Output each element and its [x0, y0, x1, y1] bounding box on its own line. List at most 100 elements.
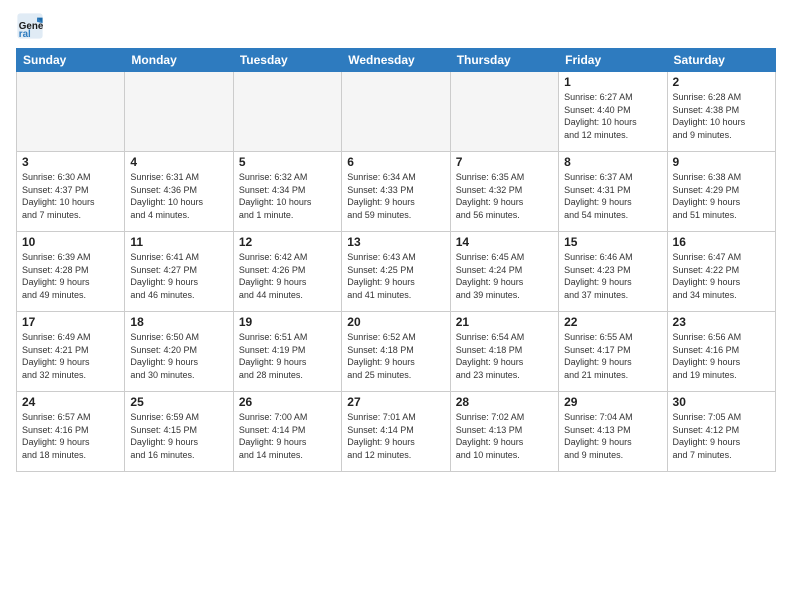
day-number: 27: [347, 395, 444, 409]
day-cell: 30Sunrise: 7:05 AM Sunset: 4:12 PM Dayli…: [667, 392, 775, 472]
day-info: Sunrise: 6:51 AM Sunset: 4:19 PM Dayligh…: [239, 331, 336, 381]
day-cell: 8Sunrise: 6:37 AM Sunset: 4:31 PM Daylig…: [559, 152, 667, 232]
day-number: 12: [239, 235, 336, 249]
day-number: 2: [673, 75, 770, 89]
day-number: 13: [347, 235, 444, 249]
day-info: Sunrise: 6:49 AM Sunset: 4:21 PM Dayligh…: [22, 331, 119, 381]
day-info: Sunrise: 6:39 AM Sunset: 4:28 PM Dayligh…: [22, 251, 119, 301]
day-cell: 13 Sunrise: 6:43 AM Sunset: 4:25 PM Dayli…: [342, 232, 450, 312]
day-cell: [17, 72, 125, 152]
col-header-tuesday: Tuesday: [233, 49, 341, 72]
day-info: Sunrise: 7:04 AM Sunset: 4:13 PM Dayligh…: [564, 411, 661, 461]
col-header-wednesday: Wednesday: [342, 49, 450, 72]
col-header-monday: Monday: [125, 49, 233, 72]
day-number: 4: [130, 155, 227, 169]
day-cell: 15 Sunrise: 6:46 AM Sunset: 4:23 PM Dayli…: [559, 232, 667, 312]
logo-icon: Gene ral: [16, 12, 44, 40]
day-cell: 28Sunrise: 7:02 AM Sunset: 4:13 PM Dayli…: [450, 392, 558, 472]
day-number: 6: [347, 155, 444, 169]
day-info: Sunrise: 6:34 AM Sunset: 4:33 PM Dayligh…: [347, 171, 444, 221]
week-row-5: 24 Sunrise: 6:57 AM Sunset: 4:16 PM Dayli…: [17, 392, 776, 472]
calendar-header-row: SundayMondayTuesdayWednesdayThursdayFrid…: [17, 49, 776, 72]
day-cell: 9Sunrise: 6:38 AM Sunset: 4:29 PM Daylig…: [667, 152, 775, 232]
col-header-saturday: Saturday: [667, 49, 775, 72]
day-number: 3: [22, 155, 119, 169]
day-cell: 3 Sunrise: 6:30 AM Sunset: 4:37 PM Daylig…: [17, 152, 125, 232]
day-cell: 26 Sunrise: 7:00 AM Sunset: 4:14 PM Dayli…: [233, 392, 341, 472]
day-number: 26: [239, 395, 336, 409]
day-info: Sunrise: 6:50 AM Sunset: 4:20 PM Dayligh…: [130, 331, 227, 381]
col-header-friday: Friday: [559, 49, 667, 72]
day-number: 17: [22, 315, 119, 329]
day-cell: [125, 72, 233, 152]
day-number: 18: [130, 315, 227, 329]
day-cell: 19 Sunrise: 6:51 AM Sunset: 4:19 PM Dayli…: [233, 312, 341, 392]
day-cell: [450, 72, 558, 152]
day-info: Sunrise: 6:45 AM Sunset: 4:24 PM Dayligh…: [456, 251, 553, 301]
day-cell: 12 Sunrise: 6:42 AM Sunset: 4:26 PM Dayli…: [233, 232, 341, 312]
day-cell: 24 Sunrise: 6:57 AM Sunset: 4:16 PM Dayli…: [17, 392, 125, 472]
day-info: Sunrise: 6:55 AM Sunset: 4:17 PM Dayligh…: [564, 331, 661, 381]
week-row-4: 17 Sunrise: 6:49 AM Sunset: 4:21 PM Dayli…: [17, 312, 776, 392]
day-cell: 6 Sunrise: 6:34 AM Sunset: 4:33 PM Daylig…: [342, 152, 450, 232]
day-number: 15: [564, 235, 661, 249]
day-number: 30: [673, 395, 770, 409]
day-info: Sunrise: 6:59 AM Sunset: 4:15 PM Dayligh…: [130, 411, 227, 461]
day-cell: 7 Sunrise: 6:35 AM Sunset: 4:32 PM Daylig…: [450, 152, 558, 232]
day-number: 22: [564, 315, 661, 329]
day-number: 29: [564, 395, 661, 409]
day-number: 24: [22, 395, 119, 409]
day-info: Sunrise: 6:52 AM Sunset: 4:18 PM Dayligh…: [347, 331, 444, 381]
day-number: 7: [456, 155, 553, 169]
day-cell: [233, 72, 341, 152]
day-cell: [342, 72, 450, 152]
day-cell: 18 Sunrise: 6:50 AM Sunset: 4:20 PM Dayli…: [125, 312, 233, 392]
day-cell: 21 Sunrise: 6:54 AM Sunset: 4:18 PM Dayli…: [450, 312, 558, 392]
day-info: Sunrise: 6:27 AM Sunset: 4:40 PM Dayligh…: [564, 91, 661, 141]
day-info: Sunrise: 6:54 AM Sunset: 4:18 PM Dayligh…: [456, 331, 553, 381]
logo: Gene ral: [16, 12, 48, 40]
day-info: Sunrise: 6:32 AM Sunset: 4:34 PM Dayligh…: [239, 171, 336, 221]
day-number: 19: [239, 315, 336, 329]
day-number: 11: [130, 235, 227, 249]
day-number: 23: [673, 315, 770, 329]
day-number: 16: [673, 235, 770, 249]
day-info: Sunrise: 6:46 AM Sunset: 4:23 PM Dayligh…: [564, 251, 661, 301]
day-cell: 10 Sunrise: 6:39 AM Sunset: 4:28 PM Dayli…: [17, 232, 125, 312]
day-info: Sunrise: 6:28 AM Sunset: 4:38 PM Dayligh…: [673, 91, 770, 141]
svg-text:ral: ral: [19, 29, 31, 40]
day-number: 21: [456, 315, 553, 329]
day-info: Sunrise: 6:42 AM Sunset: 4:26 PM Dayligh…: [239, 251, 336, 301]
day-number: 10: [22, 235, 119, 249]
day-cell: 29 Sunrise: 7:04 AM Sunset: 4:13 PM Dayli…: [559, 392, 667, 472]
day-cell: 11Sunrise: 6:41 AM Sunset: 4:27 PM Dayli…: [125, 232, 233, 312]
day-number: 1: [564, 75, 661, 89]
day-cell: 20 Sunrise: 6:52 AM Sunset: 4:18 PM Dayli…: [342, 312, 450, 392]
col-header-sunday: Sunday: [17, 49, 125, 72]
day-number: 20: [347, 315, 444, 329]
day-info: Sunrise: 6:57 AM Sunset: 4:16 PM Dayligh…: [22, 411, 119, 461]
day-number: 25: [130, 395, 227, 409]
calendar: SundayMondayTuesdayWednesdayThursdayFrid…: [16, 48, 776, 472]
day-number: 8: [564, 155, 661, 169]
day-cell: 2 Sunrise: 6:28 AM Sunset: 4:38 PM Daylig…: [667, 72, 775, 152]
day-info: Sunrise: 6:38 AM Sunset: 4:29 PM Dayligh…: [673, 171, 770, 221]
week-row-1: 1 Sunrise: 6:27 AM Sunset: 4:40 PM Daylig…: [17, 72, 776, 152]
day-info: Sunrise: 6:30 AM Sunset: 4:37 PM Dayligh…: [22, 171, 119, 221]
week-row-2: 3 Sunrise: 6:30 AM Sunset: 4:37 PM Daylig…: [17, 152, 776, 232]
day-cell: 14 Sunrise: 6:45 AM Sunset: 4:24 PM Dayli…: [450, 232, 558, 312]
day-cell: 4Sunrise: 6:31 AM Sunset: 4:36 PM Daylig…: [125, 152, 233, 232]
day-cell: 25 Sunrise: 6:59 AM Sunset: 4:15 PM Dayli…: [125, 392, 233, 472]
day-number: 5: [239, 155, 336, 169]
day-number: 14: [456, 235, 553, 249]
day-info: Sunrise: 6:56 AM Sunset: 4:16 PM Dayligh…: [673, 331, 770, 381]
day-number: 28: [456, 395, 553, 409]
day-cell: 16Sunrise: 6:47 AM Sunset: 4:22 PM Dayli…: [667, 232, 775, 312]
day-cell: 1 Sunrise: 6:27 AM Sunset: 4:40 PM Daylig…: [559, 72, 667, 152]
day-info: Sunrise: 7:01 AM Sunset: 4:14 PM Dayligh…: [347, 411, 444, 461]
day-info: Sunrise: 6:43 AM Sunset: 4:25 PM Dayligh…: [347, 251, 444, 301]
day-cell: 17 Sunrise: 6:49 AM Sunset: 4:21 PM Dayli…: [17, 312, 125, 392]
day-info: Sunrise: 7:00 AM Sunset: 4:14 PM Dayligh…: [239, 411, 336, 461]
day-info: Sunrise: 6:35 AM Sunset: 4:32 PM Dayligh…: [456, 171, 553, 221]
day-cell: 23 Sunrise: 6:56 AM Sunset: 4:16 PM Dayli…: [667, 312, 775, 392]
